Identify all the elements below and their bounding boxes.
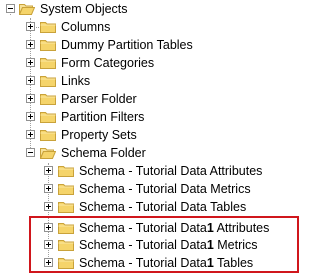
folder-icon — [40, 130, 56, 141]
folder-icon — [40, 112, 56, 123]
tree-node-links[interactable]: Links — [0, 72, 200, 90]
folder-icon — [40, 22, 56, 33]
tree-node-system-objects[interactable]: System Objects — [0, 0, 200, 18]
tree-node-label: Schema - Tutorial Data Tables — [79, 200, 247, 214]
expand-toggle[interactable] — [26, 22, 35, 31]
tree-node-label: Schema - Tutorial Data1 Tables — [79, 256, 254, 270]
expand-toggle[interactable] — [44, 184, 53, 193]
tree-node-property-sets[interactable]: Property Sets — [0, 126, 200, 144]
folder-open-icon — [40, 148, 56, 159]
tree-node-schema-tutorial-data-metrics[interactable]: Schema - Tutorial Data Metrics — [0, 180, 290, 198]
expand-toggle[interactable] — [44, 240, 53, 249]
expand-toggle[interactable] — [44, 166, 53, 175]
tree-node-label: Schema Folder — [61, 146, 146, 160]
collapse-toggle[interactable] — [26, 148, 35, 157]
expand-toggle[interactable] — [44, 223, 53, 232]
folder-icon — [40, 94, 56, 105]
folder-icon — [58, 202, 74, 213]
folder-icon — [40, 40, 56, 51]
expand-toggle[interactable] — [26, 40, 35, 49]
tree-node-label: Columns — [61, 20, 111, 34]
tree-node-form-categories[interactable]: Form Categories — [0, 54, 200, 72]
tree-node-label: Schema - Tutorial Data Attributes — [79, 164, 263, 178]
tree-node-label: Links — [61, 74, 91, 88]
expand-toggle[interactable] — [26, 130, 35, 139]
tree-node-label: Schema - Tutorial Data1 Attributes — [79, 221, 270, 235]
tree-node-label: Dummy Partition Tables — [61, 38, 193, 52]
folder-icon — [58, 223, 74, 234]
tree-node-schema-tutorial-data-attributes[interactable]: Schema - Tutorial Data Attributes — [0, 162, 290, 180]
expand-toggle[interactable] — [26, 94, 35, 103]
tree-node-columns[interactable]: Columns — [0, 18, 200, 36]
tree-node-schema-folder[interactable]: Schema Folder — [0, 144, 200, 162]
tree-node-label: Form Categories — [61, 56, 155, 70]
tree-node-schema-tutorial-data1-attributes[interactable]: Schema - Tutorial Data1 Attributes — [0, 219, 290, 237]
tree-node-label: System Objects — [40, 2, 128, 16]
tree-node-label: Parser Folder — [61, 92, 137, 106]
expand-toggle[interactable] — [44, 202, 53, 211]
folder-open-icon — [19, 4, 35, 15]
folder-icon — [58, 258, 74, 269]
collapse-toggle[interactable] — [6, 4, 15, 13]
tree-node-label: Partition Filters — [61, 110, 145, 124]
tree-node-schema-tutorial-data-tables[interactable]: Schema - Tutorial Data Tables — [0, 198, 290, 216]
expand-toggle[interactable] — [26, 58, 35, 67]
tree-node-label: Property Sets — [61, 128, 137, 142]
tree-node-parser-folder[interactable]: Parser Folder — [0, 90, 200, 108]
object-tree: System Objects Columns Dummy Partition T… — [0, 0, 316, 277]
folder-icon — [58, 240, 74, 251]
folder-icon — [40, 58, 56, 69]
folder-icon — [58, 184, 74, 195]
tree-node-dummy-partition-tables[interactable]: Dummy Partition Tables — [0, 36, 220, 54]
expand-toggle[interactable] — [26, 112, 35, 121]
tree-node-schema-tutorial-data1-metrics[interactable]: Schema - Tutorial Data1 Metrics — [0, 236, 290, 254]
tree-node-partition-filters[interactable]: Partition Filters — [0, 108, 200, 126]
folder-icon — [58, 166, 74, 177]
tree-node-schema-tutorial-data1-tables[interactable]: Schema - Tutorial Data1 Tables — [0, 254, 290, 272]
tree-node-label: Schema - Tutorial Data1 Metrics — [79, 238, 258, 252]
folder-icon — [40, 76, 56, 87]
expand-toggle[interactable] — [26, 76, 35, 85]
tree-node-label: Schema - Tutorial Data Metrics — [79, 182, 251, 196]
expand-toggle[interactable] — [44, 258, 53, 267]
